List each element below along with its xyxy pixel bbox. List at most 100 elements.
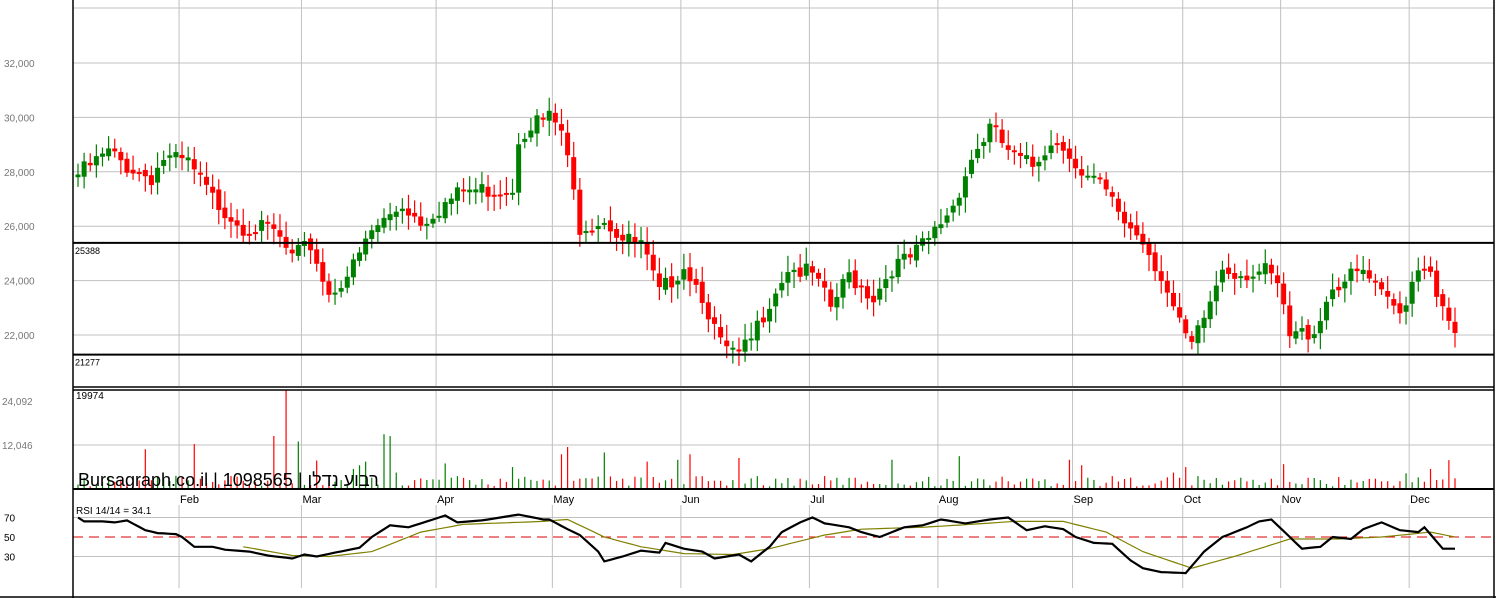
candle-body	[112, 148, 118, 152]
candle-body	[118, 151, 124, 161]
candle-body	[204, 176, 210, 185]
candle-body	[528, 130, 534, 138]
candle-body	[1170, 292, 1176, 307]
candle-body	[295, 244, 301, 256]
candle-body	[1091, 175, 1097, 178]
candle-body	[1305, 324, 1311, 340]
candle-body	[650, 254, 656, 271]
volume-last-label: 19974	[76, 391, 104, 402]
candle-body	[1152, 252, 1158, 272]
rsi-tick-label: 30	[4, 553, 16, 564]
candle-body	[405, 208, 411, 216]
candle-body	[222, 207, 228, 219]
candle-body	[1219, 269, 1225, 283]
candle-body	[620, 234, 626, 241]
candle-body	[718, 327, 724, 338]
candle-body	[595, 226, 601, 230]
candle-body	[1293, 331, 1299, 339]
candle-body	[852, 270, 858, 289]
candle-body	[1201, 317, 1207, 328]
candle-body	[1446, 307, 1452, 321]
candle-body	[975, 148, 981, 159]
candle-body	[1226, 267, 1232, 274]
candle-body	[1275, 275, 1281, 284]
candle-body	[522, 138, 528, 142]
candle-body	[265, 221, 271, 224]
candle-body	[412, 212, 418, 217]
candle-body	[883, 279, 889, 289]
candle-body	[1385, 291, 1391, 297]
candle-body	[1158, 271, 1164, 281]
candle-body	[1060, 142, 1066, 151]
candle-body	[357, 252, 363, 261]
price-axis: 22,000 24,000 26,000 28,000 30,000 32,000	[4, 59, 35, 342]
price-tick-label: 28,000	[4, 168, 35, 179]
candle-body	[1409, 281, 1415, 304]
candle-body	[607, 220, 613, 232]
candle-body	[197, 172, 203, 175]
candle-body	[344, 276, 350, 288]
candle-body	[338, 288, 344, 292]
candle-body	[1189, 336, 1195, 342]
candle-body	[773, 293, 779, 307]
candle-body	[1195, 325, 1201, 344]
candle-body	[1232, 272, 1238, 279]
candle-body	[1250, 276, 1256, 279]
candle-body	[332, 292, 338, 295]
candle-body	[228, 217, 234, 222]
candle-body	[583, 231, 589, 234]
candle-body	[216, 189, 222, 210]
candle-body	[436, 215, 442, 218]
candle-body	[393, 211, 399, 217]
candle-body	[1085, 175, 1091, 178]
candle-body	[259, 220, 265, 231]
candle-body	[1024, 155, 1030, 159]
volume-tick-label: 12,046	[2, 441, 33, 452]
candle-body	[981, 142, 987, 146]
candle-body	[944, 215, 950, 223]
candle-body	[167, 155, 173, 158]
rsi-line	[77, 513, 1455, 575]
candle-body	[999, 129, 1005, 144]
candle-body	[1348, 268, 1354, 281]
candle-body	[1005, 145, 1011, 150]
candle-body	[760, 317, 766, 323]
candle-body	[1415, 270, 1421, 282]
candle-body	[705, 302, 711, 320]
candle-body	[1036, 161, 1042, 167]
candle-body	[1268, 264, 1274, 274]
candle-body	[87, 162, 93, 166]
candle-body	[234, 220, 240, 226]
candle-body	[142, 169, 148, 177]
candle-body	[797, 267, 803, 277]
candle-body	[546, 110, 552, 121]
candle-body	[510, 192, 516, 195]
candle-body	[326, 281, 332, 295]
candle-body	[699, 281, 705, 303]
candle-body	[785, 272, 791, 283]
candle-body	[644, 242, 650, 255]
candle-body	[148, 175, 154, 186]
candle-body	[803, 263, 809, 276]
candle-body	[1207, 301, 1213, 320]
candle-body	[1122, 211, 1128, 224]
month-label: Sep	[1074, 494, 1094, 506]
candle-body	[503, 192, 509, 195]
candle-body	[724, 340, 730, 347]
candle-body	[485, 186, 491, 197]
candle-body	[320, 262, 326, 282]
candle-body	[669, 276, 675, 288]
rsi-tick-label: 50	[4, 533, 16, 544]
candle-body	[993, 125, 999, 128]
candle-body	[779, 283, 785, 291]
candle-body	[858, 285, 864, 288]
candle-body	[246, 233, 252, 236]
candle-body	[497, 194, 503, 197]
candle-body	[1452, 321, 1458, 333]
candle-body	[1372, 280, 1378, 283]
candle-body	[1281, 283, 1287, 305]
candle-body	[693, 278, 699, 285]
candle-body	[571, 157, 577, 190]
candle-body	[271, 224, 277, 229]
candle-body	[1134, 225, 1140, 236]
